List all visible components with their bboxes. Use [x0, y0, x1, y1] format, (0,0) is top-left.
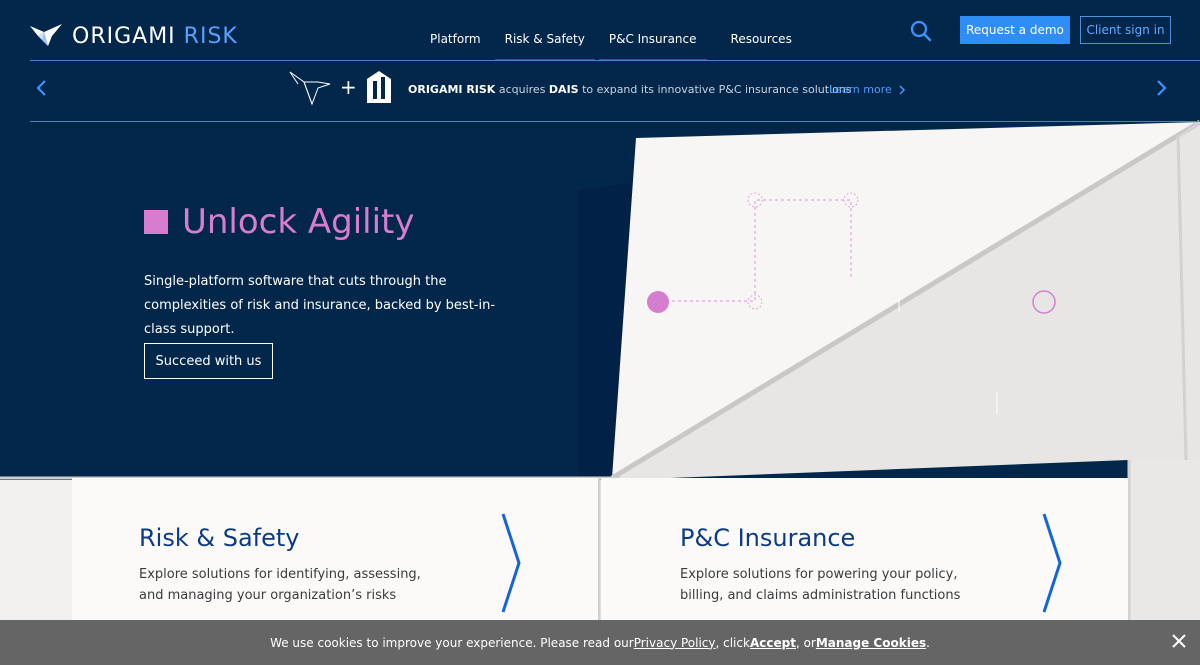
- chevron-right-icon: [899, 84, 905, 95]
- announcement-logos: +: [288, 68, 393, 106]
- hero-title: Unlock Agility: [144, 202, 415, 242]
- logo-word-origami: ORIGAMI: [72, 23, 176, 49]
- nav-risk-safety[interactable]: Risk & Safety: [494, 22, 596, 61]
- hero-square-icon: [144, 210, 168, 234]
- chevron-large-icon: [1042, 513, 1062, 613]
- card-title: P&C Insurance: [680, 524, 856, 552]
- main-nav: Platform Risk & Safety P&C Insurance Res…: [420, 22, 806, 61]
- client-sign-in-button[interactable]: Client sign in: [1080, 16, 1171, 44]
- privacy-policy-link[interactable]: Privacy Policy: [634, 636, 716, 650]
- chevron-large-icon: [501, 513, 521, 613]
- succeed-with-us-button[interactable]: Succeed with us: [144, 343, 273, 379]
- announcement-rest: to expand its innovative P&C insurance s…: [578, 83, 852, 96]
- announcement-text: ORIGAMI RISK acquires DAIS to expand its…: [408, 83, 852, 96]
- announcement-acquired: DAIS: [548, 83, 579, 96]
- announcement-verb: acquires: [495, 83, 549, 96]
- cookie-text: , or: [795, 635, 816, 650]
- chevron-right-icon[interactable]: [1149, 76, 1173, 100]
- header-divider: [30, 60, 1200, 61]
- learn-more-label: Learn more: [829, 83, 892, 96]
- nav-pc-insurance[interactable]: P&C Insurance: [598, 22, 707, 61]
- origami-bird-icon: [30, 24, 62, 46]
- nav-platform[interactable]: Platform: [420, 22, 491, 60]
- origami-bird-icon: [289, 71, 331, 106]
- cookie-text: We use cookies to improve your experienc…: [270, 635, 634, 650]
- hero-heading: Unlock Agility: [182, 202, 415, 242]
- card-description: Explore solutions for powering your poli…: [680, 567, 961, 603]
- accept-link[interactable]: Accept: [750, 636, 796, 650]
- announcement-divider: [30, 121, 1200, 122]
- cookie-banner: We use cookies to improve your experienc…: [0, 620, 1200, 665]
- nav-resources[interactable]: Resources: [721, 22, 802, 60]
- card-title: Risk & Safety: [139, 524, 300, 552]
- plus-sign: +: [340, 75, 357, 99]
- manage-cookies-link[interactable]: Manage Cookies: [816, 636, 926, 650]
- search-icon[interactable]: [908, 18, 934, 44]
- learn-more-link[interactable]: Learn more: [829, 83, 906, 96]
- logo-wordmark: ORIGAMI RISK: [72, 24, 238, 49]
- cookie-text: .: [926, 635, 930, 650]
- chevron-left-icon[interactable]: [30, 76, 54, 100]
- hero-description: Single-platform software that cuts throu…: [144, 274, 496, 337]
- close-icon[interactable]: [1170, 632, 1188, 650]
- risk-safety-card[interactable]: Risk & Safety Explore solutions for iden…: [72, 478, 598, 620]
- request-demo-button[interactable]: Request a demo: [960, 16, 1070, 44]
- card-description: Explore solutions for identifying, asses…: [139, 567, 421, 603]
- dais-logo-icon: [366, 71, 391, 103]
- cookie-text: , click: [715, 635, 750, 650]
- logo-word-risk: RISK: [183, 23, 238, 49]
- announcement-company: ORIGAMI RISK: [408, 83, 496, 96]
- pc-insurance-card[interactable]: P&C Insurance Explore solutions for powe…: [601, 478, 1128, 620]
- origami-risk-logo[interactable]: ORIGAMI RISK: [30, 22, 238, 50]
